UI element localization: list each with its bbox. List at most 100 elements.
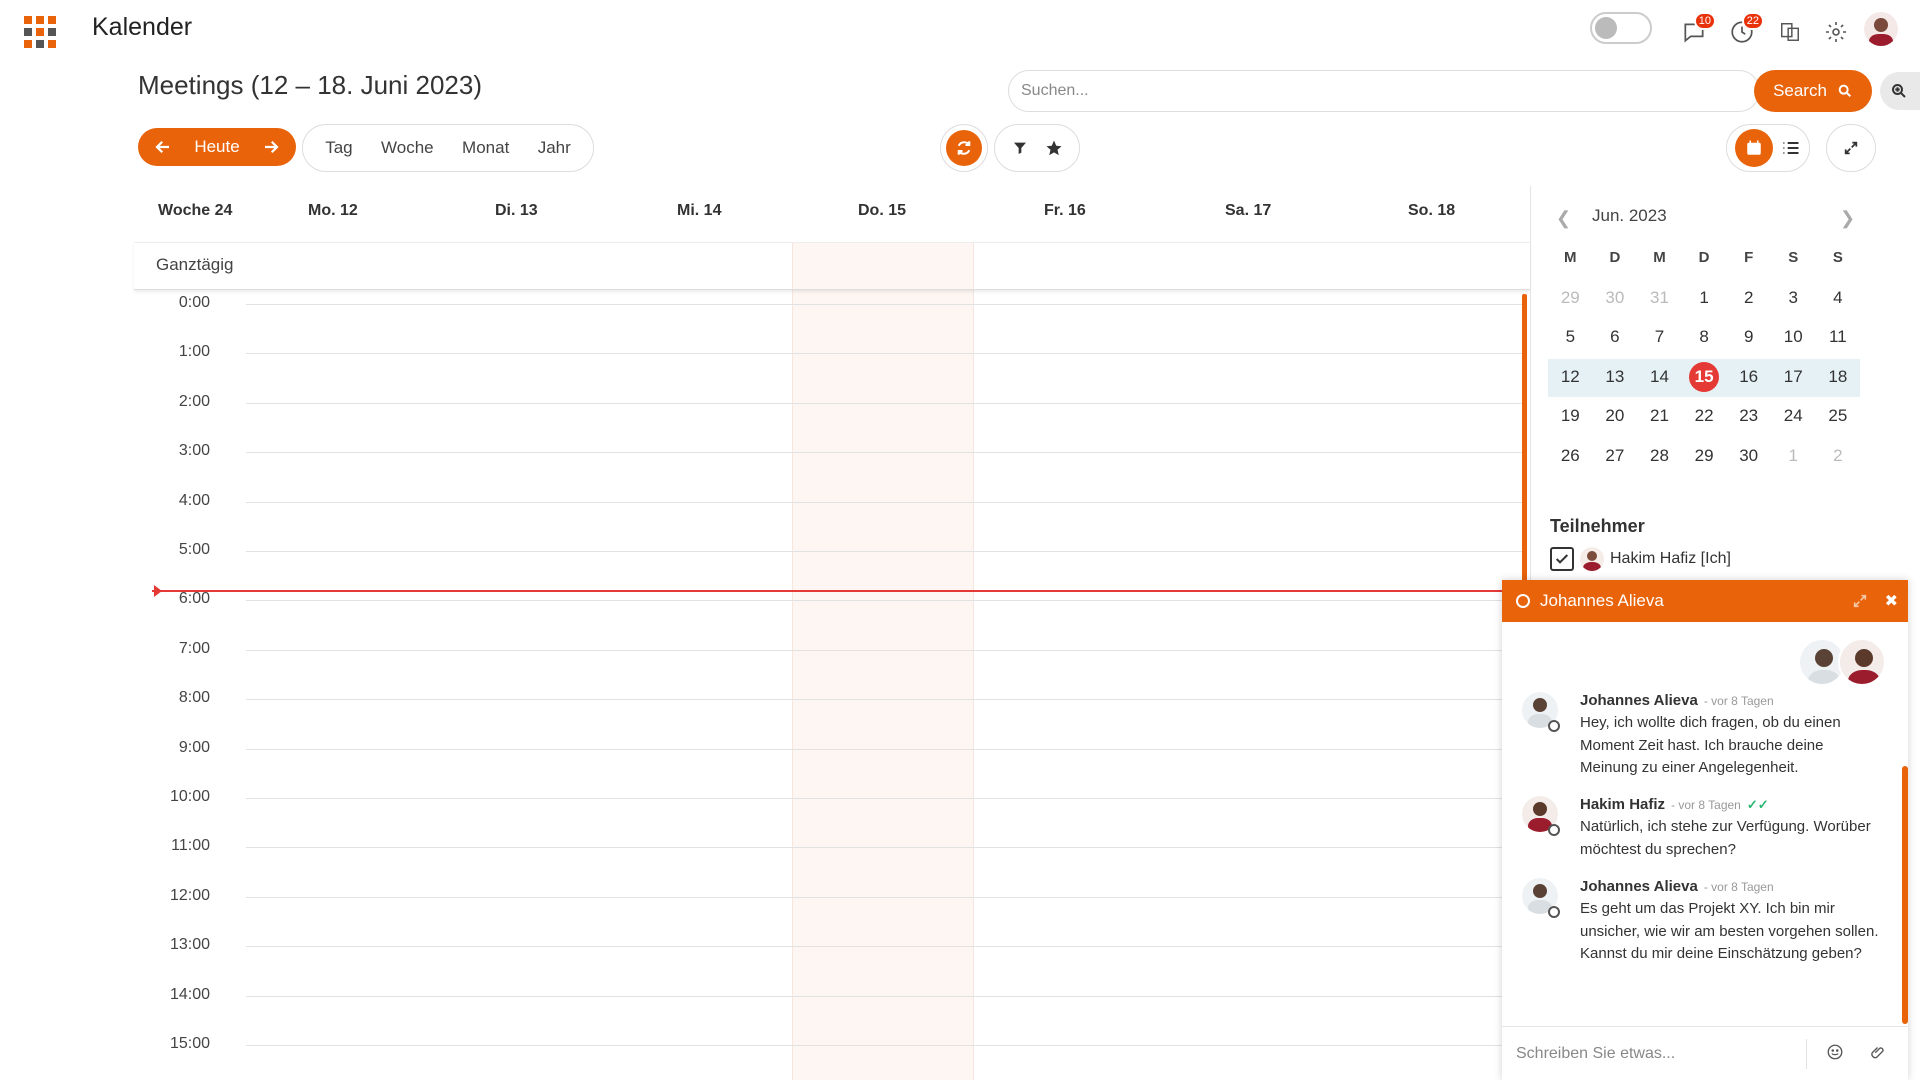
mini-day[interactable]: 18: [1816, 357, 1861, 397]
mini-day[interactable]: 2: [1726, 278, 1771, 318]
view-day-button[interactable]: Tag: [325, 138, 352, 158]
mini-day[interactable]: 14: [1637, 357, 1682, 397]
mini-day[interactable]: 31: [1637, 278, 1682, 318]
mini-day[interactable]: 29: [1682, 436, 1727, 476]
chat-icon[interactable]: 10: [1676, 12, 1716, 50]
hour-grid[interactable]: 0:00 1:00 2:00 3:00 4:00 5:00 6:00 7:00 8:00 9:00…: [134, 290, 1530, 1080]
mini-day[interactable]: 6: [1593, 318, 1638, 358]
day-header[interactable]: Di. 13: [495, 202, 538, 220]
chat-scrollbar[interactable]: [1902, 766, 1908, 1024]
mini-day[interactable]: 23: [1726, 397, 1771, 437]
mini-day[interactable]: 17: [1771, 357, 1816, 397]
refresh-button[interactable]: [946, 130, 982, 166]
chat-window: Johannes Alieva ✖ Johannes Alieva - vor 8…: [1502, 580, 1908, 1080]
next-arrow-icon[interactable]: [262, 138, 280, 156]
translate-icon[interactable]: [1772, 14, 1808, 50]
mini-day[interactable]: 2: [1816, 436, 1861, 476]
week-calendar: Woche 24 Mo. 12 Di. 13 Mi. 14 Do. 15 Fr.…: [134, 186, 1530, 1080]
emoji-icon[interactable]: [1826, 1043, 1844, 1061]
chat-composer: [1502, 1026, 1908, 1080]
mini-weekday: S: [1788, 249, 1799, 267]
day-header[interactable]: Do. 15: [858, 202, 906, 220]
day-header[interactable]: Sa. 17: [1225, 202, 1271, 220]
mini-day[interactable]: 10: [1771, 318, 1816, 358]
mini-day[interactable]: 12: [1548, 357, 1593, 397]
participant-name: Hakim Hafiz [Ich]: [1610, 550, 1731, 567]
day-header-row: Woche 24 Mo. 12 Di. 13 Mi. 14 Do. 15 Fr.…: [134, 186, 1530, 242]
hour-label: 15:00: [169, 1035, 210, 1052]
day-header[interactable]: Mo. 12: [308, 202, 358, 220]
mini-day[interactable]: 29: [1548, 278, 1593, 318]
search-button[interactable]: Search: [1754, 70, 1872, 112]
day-header[interactable]: Mi. 14: [677, 202, 721, 220]
hour-line: [246, 847, 1522, 849]
read-checkmark-icon: ✓✓: [1746, 797, 1769, 812]
mini-day[interactable]: 16: [1726, 357, 1771, 397]
mini-weekday: D: [1609, 249, 1621, 267]
previous-arrow-icon[interactable]: [154, 138, 172, 156]
settings-gear-icon[interactable]: [1818, 14, 1854, 50]
display-mode-group: [1726, 124, 1810, 172]
mini-day[interactable]: 1: [1682, 278, 1727, 318]
today-button[interactable]: Heute: [194, 137, 239, 157]
view-year-button[interactable]: Jahr: [538, 138, 571, 158]
star-icon[interactable]: [1045, 139, 1063, 157]
chat-close-icon[interactable]: ✖: [1885, 591, 1898, 611]
hour-line: [246, 304, 1522, 305]
mini-day[interactable]: 22: [1682, 397, 1727, 437]
view-month-button[interactable]: Monat: [462, 138, 509, 158]
chat-expand-icon[interactable]: [1852, 593, 1868, 609]
user-avatar[interactable]: [1864, 12, 1898, 46]
day-header[interactable]: Fr. 16: [1044, 202, 1086, 220]
status-ring-icon: [1548, 720, 1560, 732]
mini-day[interactable]: 3: [1771, 278, 1816, 318]
mini-day[interactable]: 19: [1548, 397, 1593, 437]
mini-day[interactable]: 9: [1726, 318, 1771, 358]
chat-participants-avatars: [1798, 638, 1886, 686]
hour-line: [246, 798, 1522, 799]
mini-next-icon[interactable]: ❯: [1840, 208, 1855, 229]
mini-day[interactable]: 1: [1771, 436, 1816, 476]
mini-day[interactable]: 20: [1593, 397, 1638, 437]
view-week-button[interactable]: Woche: [381, 138, 434, 158]
chat-message-input[interactable]: [1516, 1041, 1796, 1067]
hour-line: [246, 699, 1522, 701]
mini-today-marker[interactable]: 15: [1689, 361, 1720, 392]
fullscreen-button[interactable]: [1826, 124, 1876, 172]
participant-item[interactable]: Hakim Hafiz [Ich]: [1550, 546, 1731, 572]
mini-weekday: F: [1744, 249, 1754, 267]
mini-prev-icon[interactable]: ❮: [1556, 208, 1571, 229]
mini-day[interactable]: 11: [1816, 318, 1861, 358]
mini-day[interactable]: 27: [1593, 436, 1638, 476]
mini-day[interactable]: 30: [1593, 278, 1638, 318]
mini-day[interactable]: 21: [1637, 397, 1682, 437]
list-icon[interactable]: [1781, 138, 1801, 158]
apps-menu-icon[interactable]: [24, 16, 56, 48]
all-day-row[interactable]: Ganztägig: [134, 242, 1530, 290]
theme-toggle[interactable]: [1590, 12, 1652, 44]
attachment-paperclip-icon[interactable]: [1870, 1043, 1888, 1061]
mini-day[interactable]: 28: [1637, 436, 1682, 476]
mini-day[interactable]: 25: [1816, 397, 1861, 437]
mini-day[interactable]: 7: [1637, 318, 1682, 358]
mini-day[interactable]: 8: [1682, 318, 1727, 358]
activity-clock-icon[interactable]: 22: [1724, 12, 1764, 50]
message-time: - vor 8 Tagen: [1671, 798, 1741, 812]
search-input[interactable]: [1021, 79, 1581, 103]
participant-checkbox[interactable]: [1550, 547, 1574, 571]
mini-day[interactable]: 24: [1771, 397, 1816, 437]
mini-day[interactable]: 13: [1593, 357, 1638, 397]
mini-day[interactable]: 30: [1726, 436, 1771, 476]
refresh-group: [940, 124, 988, 172]
chat-header[interactable]: Johannes Alieva ✖: [1502, 580, 1908, 622]
day-header[interactable]: So. 18: [1408, 202, 1455, 220]
filter-icon[interactable]: [1012, 140, 1028, 156]
mini-day[interactable]: 5: [1548, 318, 1593, 358]
mini-day[interactable]: 26: [1548, 436, 1593, 476]
hour-label: 12:00: [169, 886, 210, 904]
calendar-mode-button[interactable]: [1735, 129, 1773, 167]
mini-day[interactable]: 4: [1816, 278, 1861, 318]
zoom-search-icon[interactable]: [1880, 72, 1920, 110]
hour-line: [246, 402, 1522, 404]
mini-day[interactable]: 15: [1682, 357, 1727, 397]
